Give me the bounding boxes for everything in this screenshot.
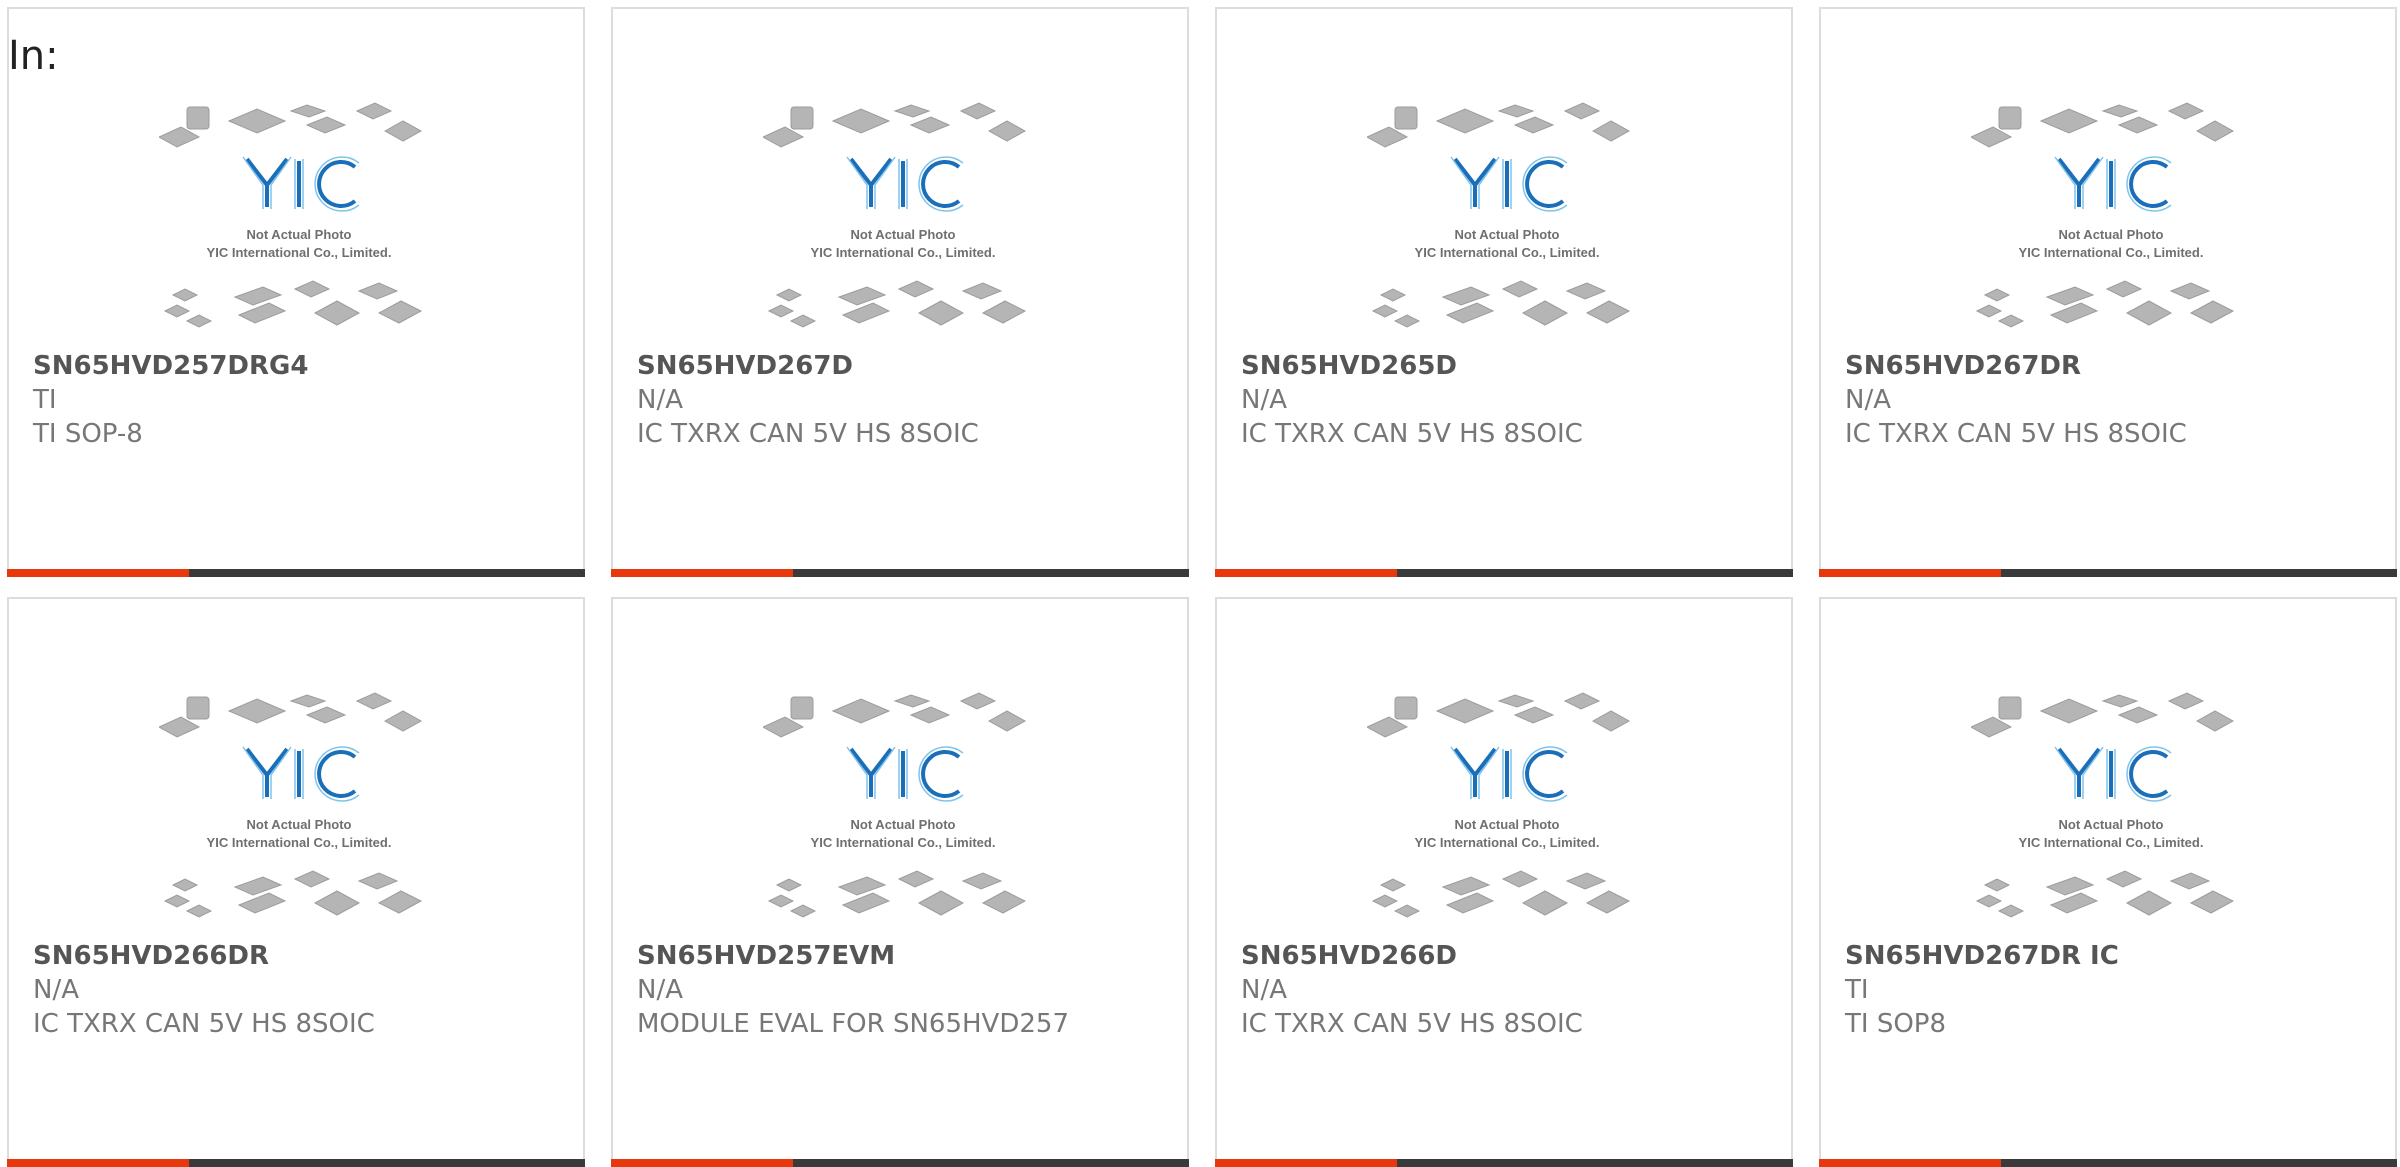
description: IC TXRX CAN 5V HS 8SOIC xyxy=(1241,419,1583,449)
product-card[interactable]: Not Actual Photo YIC International Co., … xyxy=(611,597,1189,1167)
manufacturer: N/A xyxy=(1241,975,1287,1005)
description: IC TXRX CAN 5V HS 8SOIC xyxy=(1241,1009,1583,1039)
product-card[interactable]: Not Actual Photo YIC International Co., … xyxy=(1215,7,1793,577)
manufacturer: N/A xyxy=(1845,385,1891,415)
card-bottom-bar xyxy=(7,1159,585,1167)
thumbnail-caption-2: YIC International Co., Limited. xyxy=(2019,835,2204,850)
thumbnail-caption-2: YIC International Co., Limited. xyxy=(2019,245,2204,260)
part-number[interactable]: SN65HVD257DRG4 xyxy=(33,351,308,381)
thumbnail-caption-1: Not Actual Photo xyxy=(247,227,352,242)
card-accent-bar xyxy=(1819,1159,2001,1167)
card-accent-bar xyxy=(7,1159,189,1167)
thumbnail-caption-2: YIC International Co., Limited. xyxy=(207,835,392,850)
manufacturer: TI xyxy=(33,385,57,415)
thumbnail-caption-1: Not Actual Photo xyxy=(247,817,352,832)
in-heading: In: xyxy=(8,33,59,79)
thumbnail-caption-2: YIC International Co., Limited. xyxy=(1415,245,1600,260)
product-thumbnail: Not Actual Photo YIC International Co., … xyxy=(159,692,423,918)
thumbnail-caption-1: Not Actual Photo xyxy=(2059,227,2164,242)
description: MODULE EVAL FOR SN65HVD257 xyxy=(637,1009,1069,1039)
card-accent-bar xyxy=(1215,569,1397,577)
part-number[interactable]: SN65HVD267DR IC xyxy=(1845,941,2119,971)
card-accent-bar xyxy=(1215,1159,1397,1167)
description: TI SOP-8 xyxy=(33,419,143,449)
card-accent-bar xyxy=(7,569,189,577)
product-thumbnail: Not Actual Photo YIC International Co., … xyxy=(159,102,423,328)
thumbnail-caption-1: Not Actual Photo xyxy=(851,227,956,242)
description: IC TXRX CAN 5V HS 8SOIC xyxy=(637,419,979,449)
card-accent-bar xyxy=(611,1159,793,1167)
thumbnail-caption-1: Not Actual Photo xyxy=(851,817,956,832)
manufacturer: N/A xyxy=(33,975,79,1005)
manufacturer: N/A xyxy=(637,385,683,415)
product-card[interactable]: Not Actual Photo YIC International Co., … xyxy=(7,7,585,577)
card-bottom-bar xyxy=(1215,1159,1793,1167)
part-number[interactable]: SN65HVD267D xyxy=(637,351,853,381)
description: IC TXRX CAN 5V HS 8SOIC xyxy=(33,1009,375,1039)
product-thumbnail: Not Actual Photo YIC International Co., … xyxy=(763,102,1027,328)
part-number[interactable]: SN65HVD266DR xyxy=(33,941,269,971)
card-accent-bar xyxy=(1819,569,2001,577)
product-grid: Not Actual Photo YIC International Co., … xyxy=(7,7,2400,1167)
thumbnail-caption-1: Not Actual Photo xyxy=(1455,227,1560,242)
card-bottom-bar xyxy=(611,1159,1189,1167)
thumbnail-caption-2: YIC International Co., Limited. xyxy=(811,835,996,850)
product-thumbnail: Not Actual Photo YIC International Co., … xyxy=(1971,692,2235,918)
part-number[interactable]: SN65HVD266D xyxy=(1241,941,1457,971)
card-bottom-bar xyxy=(7,569,585,577)
card-bottom-bar xyxy=(1819,569,2397,577)
product-thumbnail: Not Actual Photo YIC International Co., … xyxy=(1367,102,1631,328)
card-bottom-bar xyxy=(1819,1159,2397,1167)
thumbnail-caption-1: Not Actual Photo xyxy=(1455,817,1560,832)
product-card[interactable]: Not Actual Photo YIC International Co., … xyxy=(7,597,585,1167)
description: IC TXRX CAN 5V HS 8SOIC xyxy=(1845,419,2187,449)
product-card[interactable]: Not Actual Photo YIC International Co., … xyxy=(1819,597,2397,1167)
part-number[interactable]: SN65HVD257EVM xyxy=(637,941,895,971)
part-number[interactable]: SN65HVD265D xyxy=(1241,351,1457,381)
product-thumbnail: Not Actual Photo YIC International Co., … xyxy=(1971,102,2235,328)
card-accent-bar xyxy=(611,569,793,577)
part-number[interactable]: SN65HVD267DR xyxy=(1845,351,2081,381)
product-card[interactable]: Not Actual Photo YIC International Co., … xyxy=(611,7,1189,577)
description: TI SOP8 xyxy=(1845,1009,1947,1039)
manufacturer: N/A xyxy=(1241,385,1287,415)
manufacturer: N/A xyxy=(637,975,683,1005)
product-thumbnail: Not Actual Photo YIC International Co., … xyxy=(1367,692,1631,918)
card-bottom-bar xyxy=(611,569,1189,577)
thumbnail-caption-2: YIC International Co., Limited. xyxy=(811,245,996,260)
product-card[interactable]: Not Actual Photo YIC International Co., … xyxy=(1819,7,2397,577)
product-thumbnail: Not Actual Photo YIC International Co., … xyxy=(763,692,1027,918)
manufacturer: TI xyxy=(1845,975,1869,1005)
thumbnail-caption-1: Not Actual Photo xyxy=(2059,817,2164,832)
thumbnail-caption-2: YIC International Co., Limited. xyxy=(1415,835,1600,850)
card-bottom-bar xyxy=(1215,569,1793,577)
thumbnail-caption-2: YIC International Co., Limited. xyxy=(207,245,392,260)
product-card[interactable]: Not Actual Photo YIC International Co., … xyxy=(1215,597,1793,1167)
